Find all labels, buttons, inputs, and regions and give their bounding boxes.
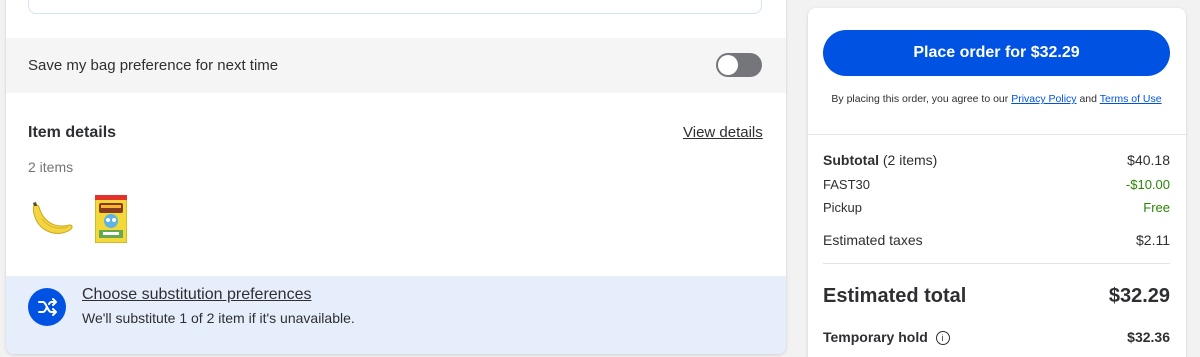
substitution-preferences-link[interactable]: Choose substitution preferences (82, 286, 311, 304)
pickup-label: Pickup (823, 200, 863, 215)
subtotal-label: Subtotal (823, 152, 879, 168)
subtotal-row: Subtotal (2 items) $40.18 (823, 152, 1170, 168)
bag-preference-toggle[interactable] (716, 53, 762, 77)
promo-label: FAST30 (823, 177, 870, 192)
bag-preference-label: Save my bag preference for next time (28, 57, 279, 74)
pickup-row: Pickup Free (823, 200, 1170, 215)
previous-section-box (28, 0, 762, 14)
place-order-button[interactable]: Place order for $32.29 (823, 30, 1170, 76)
subtotal-count: (2 items) (882, 152, 938, 168)
order-details-card: Save my bag preference for next time Ite… (6, 0, 786, 354)
temporary-hold-label: Temporary hold (823, 329, 928, 345)
summary-divider (808, 134, 1186, 135)
info-icon[interactable]: i (935, 331, 950, 345)
substitution-subtitle: We'll substitute 1 of 2 item if it's una… (82, 310, 355, 326)
pickup-value: Free (1143, 200, 1170, 215)
substitution-row[interactable]: Choose substitution preferences We'll su… (6, 276, 786, 354)
total-row: Estimated total $32.29 (823, 285, 1170, 308)
taxes-value: $2.11 (1136, 232, 1170, 248)
bag-preference-row: Save my bag preference for next time (6, 38, 786, 93)
subtotal-value: $40.18 (1127, 152, 1170, 168)
terms-of-use-link[interactable]: Terms of Use (1100, 93, 1162, 105)
order-summary-card: Place order for $32.29 By placing this o… (808, 8, 1186, 357)
total-divider (823, 263, 1170, 264)
checkout-page: Save my bag preference for next time Ite… (0, 0, 1200, 357)
promo-value: -$10.00 (1125, 177, 1170, 192)
total-value: $32.29 (1108, 285, 1170, 307)
item-count: 2 items (28, 159, 74, 175)
banana-thumbnail (30, 195, 76, 241)
agreement-prefix: By placing this order, you agree to our (831, 93, 1009, 105)
taxes-row: Estimated taxes $2.11 (823, 232, 1170, 248)
promo-row: FAST30 -$10.00 (823, 177, 1170, 192)
privacy-policy-link[interactable]: Privacy Policy (1011, 93, 1076, 105)
total-label: Estimated total (823, 285, 967, 307)
taxes-label: Estimated taxes (823, 232, 923, 248)
agreement-and: and (1079, 93, 1097, 105)
toggle-knob (718, 55, 738, 75)
shuffle-icon (28, 288, 66, 326)
temporary-hold-value: $32.36 (1127, 329, 1170, 345)
temporary-hold-row: Temporary hold i $32.36 (823, 329, 1170, 345)
item-details-title: Item details (28, 124, 117, 141)
temporary-hold-label-group: Temporary hold i (823, 329, 950, 345)
view-details-link[interactable]: View details (683, 124, 763, 141)
game-box-thumbnail (94, 194, 128, 244)
agreement-text: By placing this order, you agree to our … (823, 93, 1170, 106)
subtotal-label-group: Subtotal (2 items) (823, 152, 937, 168)
